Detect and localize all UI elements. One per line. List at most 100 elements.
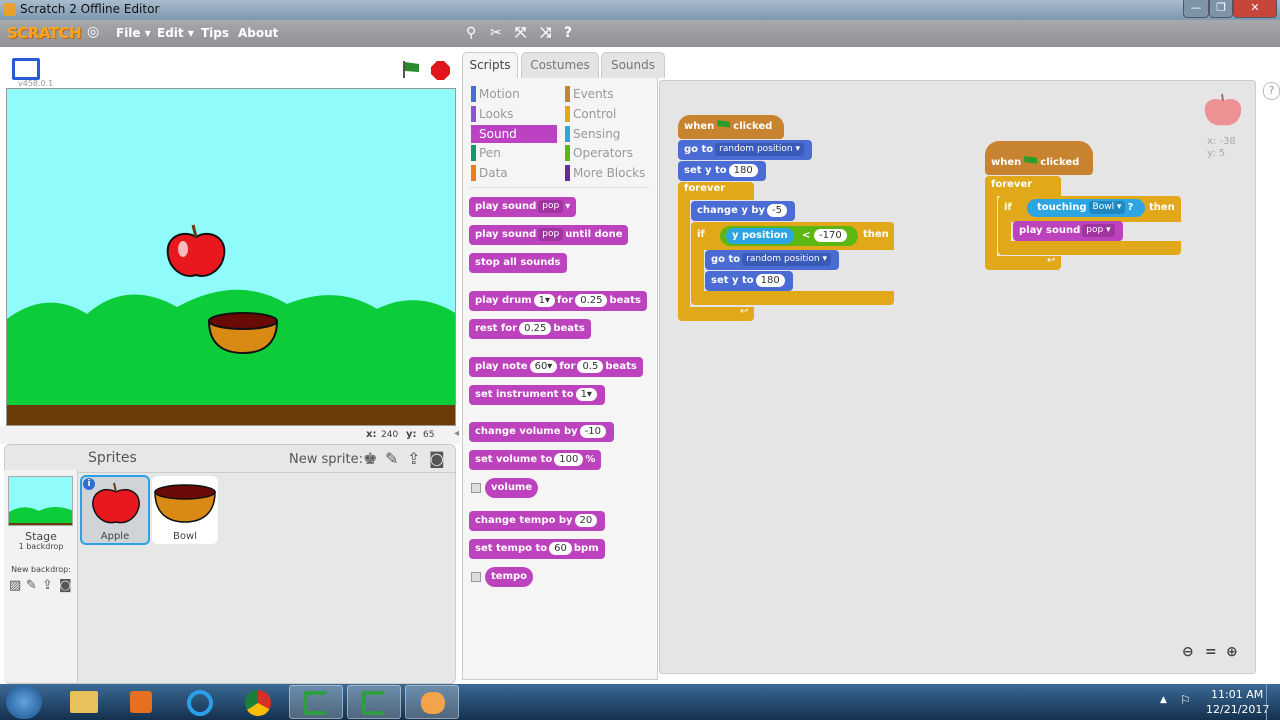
network-icon[interactable]: ⚐ [1180,693,1191,707]
clock-time[interactable]: 11:01 AM [1211,688,1263,701]
help-icon[interactable]: ? [564,25,572,41]
block-change-volume[interactable]: change volume by -10 [469,422,614,442]
block-go-to[interactable]: go to random position ▾ [705,250,839,270]
stop-icon[interactable] [431,61,450,80]
fullscreen-icon[interactable] [12,58,40,80]
category-pen[interactable]: Pen [471,144,557,162]
category-control[interactable]: Control [565,105,653,123]
zoom-in-icon[interactable]: ⊕ [1226,644,1238,660]
new-sprite-label: New sprite: [289,452,363,467]
limit-input[interactable]: -170 [814,229,847,242]
category-sensing[interactable]: Sensing [565,125,653,143]
category-more-blocks[interactable]: More Blocks [565,164,653,182]
tab-scripts[interactable]: Scripts [462,52,518,78]
menu-edit[interactable]: Edit ▾ [157,26,194,40]
camera-backdrop-icon[interactable]: ◙ [59,578,72,593]
tab-sounds[interactable]: Sounds [601,52,665,78]
maximize-button[interactable]: ❐ [1209,0,1233,18]
category-sound[interactable]: Sound [471,125,557,143]
zoom-reset-icon[interactable]: = [1205,644,1217,660]
sprite-thumbnail-apple[interactable]: i Apple [80,475,150,545]
block-play-sound[interactable]: play sound pop ▾ [1013,221,1123,241]
block-set-instrument[interactable]: set instrument to 1▾ [469,385,605,405]
taskbar-explorer[interactable] [57,685,111,719]
globe-icon[interactable]: ◎ [87,24,99,40]
clock-date[interactable]: 12/21/2017 [1206,703,1269,716]
taskbar-camtasia-2[interactable] [347,685,401,719]
block-play-drum[interactable]: play drum 1▾ for 0.25 beats [469,291,647,311]
block-set-y[interactable]: set y to 180 [678,161,766,181]
block-play-sound-until-done[interactable]: play sound pop until done [469,225,629,245]
stage-thumbnail[interactable] [8,476,73,526]
taskbar-scratch[interactable] [405,685,459,719]
menu-tips[interactable]: Tips [201,26,229,40]
block-set-tempo[interactable]: set tempo to 60 bpm [469,539,605,559]
close-button[interactable]: ✕ [1233,0,1277,18]
block-change-y[interactable]: change y by -5 [691,201,795,221]
block-go-to[interactable]: go to random position ▾ [678,140,812,160]
tab-costumes[interactable]: Costumes [521,52,599,78]
operator-less-than[interactable]: y position < -170 [720,226,858,246]
script-apple-main[interactable]: when clicked go to random position ▾ set y… [678,115,896,325]
bowl-sprite[interactable] [207,311,279,358]
delete-icon[interactable]: ✂ [490,25,502,41]
backdrop-library-icon[interactable]: ▨ [9,578,21,593]
shrink-icon[interactable]: ⤨ [540,25,551,41]
stage-footer: x: 240 y: 65 ◂ [0,426,460,444]
apple-sprite[interactable] [165,223,227,288]
sprite-library-icon[interactable]: ♚ [363,449,377,468]
menu-file[interactable]: File ▾ [116,26,151,40]
block-rest-for[interactable]: rest for 0.25 beats [469,319,591,339]
show-desktop-button[interactable] [1266,684,1280,720]
sensing-touching[interactable]: touching Bowl ▾? [1027,199,1145,217]
block-play-note[interactable]: play note 60▾ for 0.5 beats [469,357,643,377]
then-label: then [863,229,889,240]
script-apple-touch[interactable]: when clicked forever ↩ if touching Bowl ▾?… [985,141,1185,276]
zoom-out-icon[interactable]: ⊖ [1182,644,1194,660]
scratch-logo[interactable]: SCRATCH [7,24,82,42]
taskbar-camtasia[interactable] [289,685,343,719]
paint-backdrop-icon[interactable]: ✎ [26,578,37,593]
windows-taskbar: ▲ ⚐ 11:01 AM 12/21/2017 [0,684,1280,720]
paint-brush-icon[interactable]: ✎ [385,449,398,468]
sprite-thumbnail-bowl[interactable]: Bowl [152,476,218,544]
block-set-y[interactable]: set y to 180 [705,271,793,291]
block-stop-all-sounds[interactable]: stop all sounds [469,253,567,273]
category-looks[interactable]: Looks [471,105,557,123]
taskbar-chrome[interactable] [231,685,285,719]
reporter-tempo[interactable]: tempo [485,567,534,587]
volume-checkbox[interactable] [471,483,481,493]
upload-icon[interactable]: ⇪ [407,449,420,468]
stage-canvas[interactable] [6,88,456,426]
show-hidden-icons[interactable]: ▲ [1160,695,1167,705]
collapse-arrow-icon[interactable]: ◂ [454,428,459,439]
tempo-checkbox[interactable] [471,572,481,582]
block-play-sound[interactable]: play sound pop ▾ [469,197,577,217]
category-data[interactable]: Data [471,164,557,182]
start-button[interactable] [6,685,42,719]
loop-arrow-icon: ↩ [1047,255,1056,266]
block-set-volume[interactable]: set volume to 100% [469,450,602,470]
x-label: x: [366,429,377,440]
grow-icon[interactable]: ⤧ [515,25,526,41]
help-icon[interactable]: ? [1263,82,1280,100]
block-when-flag-clicked[interactable]: when clicked [678,115,784,139]
upload-backdrop-icon[interactable]: ⇪ [42,578,53,593]
duplicate-icon[interactable]: ⚲ [466,25,476,41]
reporter-volume[interactable]: volume [485,478,539,498]
y-label: y: [406,429,417,440]
menu-about[interactable]: About [238,26,278,40]
green-flag-icon[interactable] [402,60,420,78]
minimize-button[interactable]: — [1183,0,1209,18]
category-operators[interactable]: Operators [565,144,653,162]
menu-bar: SCRATCH ◎ File ▾ Edit ▾ Tips About ⚲ ✂ ⤧… [0,20,1280,47]
forever-label: forever [991,179,1033,190]
block-change-tempo[interactable]: change tempo by 20 [469,511,606,531]
taskbar-ie[interactable] [173,685,227,719]
camera-icon[interactable]: ◙ [429,449,445,468]
taskbar-media-player[interactable] [114,685,168,719]
reporter-y-position[interactable]: y position [726,228,794,244]
category-motion[interactable]: Motion [471,85,557,103]
category-events[interactable]: Events [565,85,653,103]
block-when-flag-clicked[interactable]: when clicked [985,141,1093,175]
